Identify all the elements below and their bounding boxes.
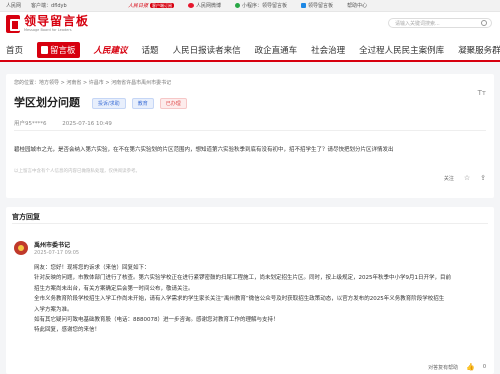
message-actions: 关注 ☆ ⇪	[444, 174, 486, 182]
rmrb-badge: 客户端订阅	[150, 3, 175, 8]
reply-paragraph: 入学方案为准。	[34, 306, 73, 313]
top-bar: 人民网 客户端：dfldyb 人民日报 客户端订阅 人民网微博 小程序：领导留言板…	[0, 0, 500, 12]
message-user: 用户95****6	[14, 121, 47, 127]
reply-org: 禹州市委书记	[34, 242, 71, 249]
reply-section-title: 官方回复	[12, 213, 40, 221]
reply-paragraph: 如有其它疑问可致电基础教育股（电话：8880078）进一步咨询。感谢您对教育工作…	[34, 317, 279, 324]
tag-category: 教育	[131, 98, 154, 109]
message-tags: 投诉/求助 教育 已办理	[92, 98, 187, 109]
weibo-label: 人民网微博	[196, 3, 222, 9]
reply-paragraph: 招生方案尚未出台，有关方案确定后会第一时间公布，敬请关注。	[34, 285, 194, 292]
breadcrumb[interactable]: 您的位置：地方领导 > 河南省 > 许昌市 > 河南省许昌市禹州市委书记	[14, 79, 171, 86]
message-body: 碧桂园城市之光，是否会纳入第六实验，在不在第六实验划的片区范围内，想知道第六实验…	[14, 147, 394, 153]
message-meta: 用户95****6 2025-07-16 10:49	[14, 119, 112, 127]
nav-message-board[interactable]: 留言板	[37, 42, 80, 58]
store-icon	[301, 3, 307, 8]
help-center-link[interactable]: 帮助中心	[347, 2, 367, 9]
miniapp-icon	[235, 3, 241, 8]
divider	[12, 223, 488, 224]
store-link[interactable]: 领导留言板	[301, 2, 333, 9]
rmrb-brand: 人民日报	[128, 3, 149, 9]
privacy-notice: 以上留言中含有个人信息的内容已做隐私处理，仅供阅读参考。	[14, 169, 140, 174]
main-nav: 首页 留言板 人民建议 话题 人民日报读者来信 政企直通车 社会治理 全过程人民…	[0, 40, 500, 62]
message-time: 2025-07-16 10:49	[62, 121, 112, 127]
like-count: 0	[482, 364, 486, 370]
store-label: 领导留言板	[308, 3, 334, 9]
reply-date: 2025-07-17 09:05	[34, 250, 80, 256]
follow-button[interactable]: 关注	[444, 175, 454, 182]
logo-subtitle: Message Board for Leaders	[24, 28, 72, 32]
reply-card: 官方回复 禹州市委书记 2025-07-17 09:05 网友：您好！现将您的诉…	[6, 207, 494, 374]
weibo-link[interactable]: 人民网微博	[188, 2, 221, 9]
tag-type: 投诉/求助	[92, 98, 126, 109]
font-size-icon[interactable]: Tт	[478, 89, 486, 97]
logo-icon	[6, 15, 20, 33]
nav-people-suggestion[interactable]: 人民建议	[94, 44, 128, 56]
message-board-icon	[41, 46, 49, 54]
reply-actions: 对答复有帮助 👍 0	[428, 363, 486, 371]
site-logo[interactable]: 领导留言板 Message Board for Leaders	[6, 15, 89, 33]
reply-paragraph: 全市义务教育阶段学校招生入学工作尚未开始，请有入学需求的学生家长关注“禹州教育”…	[34, 296, 445, 303]
reply-paragraph: 针对反映的问题，市教体部门进行了核查。第六实验学校正在进行紧锣密鼓的扫尾工程施工…	[34, 275, 452, 282]
nav-message-board-label: 留言板	[50, 46, 76, 56]
reply-paragraph: 特此回复，感谢您的来信！	[34, 327, 101, 334]
reply-body: 网友：您好！现将您的诉求（来信）回复如下： 针对反映的问题，市教体部门进行了核查…	[34, 263, 486, 336]
miniapp-link[interactable]: 小程序：领导留言板	[235, 2, 287, 9]
search-placeholder: 请输入关键词搜索...	[395, 20, 440, 27]
nav-reader-letters[interactable]: 人民日报读者来信	[173, 44, 241, 56]
star-icon[interactable]: ☆	[464, 174, 470, 182]
share-icon[interactable]: ⇪	[480, 174, 486, 182]
reply-paragraph: 网友：您好！现将您的诉求（来信）回复如下：	[34, 265, 150, 271]
header: 领导留言板 Message Board for Leaders 请输入关键词搜索…	[0, 12, 500, 40]
thumbs-up-icon[interactable]: 👍	[466, 363, 475, 371]
search-input[interactable]: 请输入关键词搜索...	[388, 18, 492, 28]
nav-democracy-cases[interactable]: 全过程人民民主案例库	[359, 44, 444, 56]
helpful-label[interactable]: 对答复有帮助	[428, 364, 458, 371]
miniapp-label: 小程序：领导留言板	[242, 3, 288, 9]
nav-serve-public[interactable]: 凝聚服务群众	[458, 44, 500, 56]
message-card: 您的位置：地方领导 > 河南省 > 许昌市 > 河南省许昌市禹州市委书记 Tт …	[6, 74, 494, 198]
search-icon[interactable]	[481, 20, 487, 26]
org-avatar	[14, 241, 28, 255]
rmw-link[interactable]: 人民网	[6, 2, 21, 9]
nav-enterprise[interactable]: 政企直通车	[255, 44, 298, 56]
message-title: 学区划分问题	[14, 96, 80, 109]
nav-governance[interactable]: 社会治理	[311, 44, 345, 56]
divider	[14, 130, 486, 131]
status-badge: 已办理	[159, 98, 187, 109]
nav-topics[interactable]: 话题	[142, 44, 159, 56]
rmrb-link[interactable]: 人民日报 客户端订阅	[128, 2, 175, 9]
client-download[interactable]: 客户端：dfldyb	[31, 2, 67, 9]
nav-home[interactable]: 首页	[6, 44, 23, 56]
weibo-icon	[188, 3, 195, 8]
logo-title: 领导留言板	[24, 14, 90, 28]
